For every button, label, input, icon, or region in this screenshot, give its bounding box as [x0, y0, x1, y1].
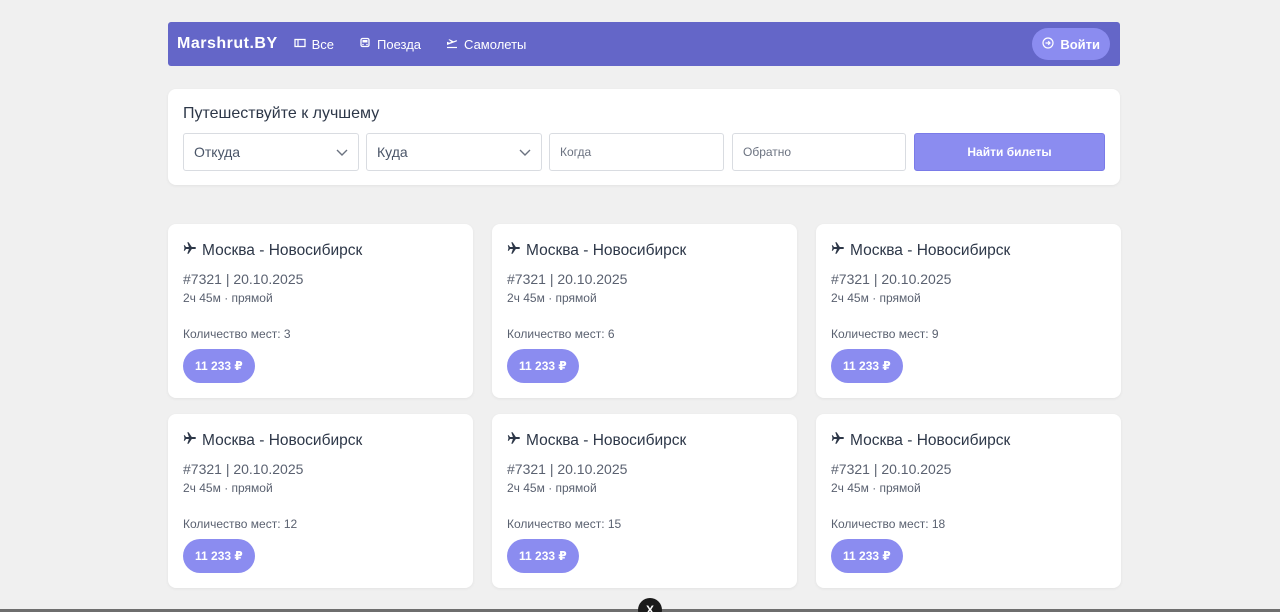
plane-icon: [831, 431, 850, 450]
trip-card[interactable]: Москва - Новосибирск #7321 | 20.10.2025 2ч…: [492, 414, 797, 588]
nav-link-trains[interactable]: Поезда: [359, 37, 421, 52]
when-date-input[interactable]: Когда: [549, 133, 724, 171]
nav-link-label: Все: [311, 36, 335, 52]
chevron-down-icon: [519, 149, 531, 156]
train-icon: [359, 37, 377, 52]
trip-route-label: Москва - Новосибирск: [202, 241, 363, 259]
trip-number-date: #7321 | 20.10.2025: [183, 461, 304, 477]
trip-route: Москва - Новосибирск: [507, 241, 686, 260]
price-button[interactable]: 11 233 ₽: [831, 539, 903, 573]
close-icon[interactable]: X: [638, 598, 662, 612]
login-label: Войти: [1060, 36, 1100, 52]
trip-route: Москва - Новосибирск: [831, 431, 1010, 450]
price-button[interactable]: 11 233 ₽: [183, 539, 255, 573]
chevron-down-icon: [336, 149, 348, 156]
plane-icon: [507, 241, 526, 260]
plane-icon: [183, 241, 202, 260]
top-navbar: Marshrut.BY Все Поезда Самолеты Войти: [168, 22, 1120, 66]
trip-route-label: Москва - Новосибирск: [850, 241, 1011, 259]
trip-number-date: #7321 | 20.10.2025: [507, 461, 628, 477]
price-button[interactable]: 11 233 ₽: [507, 349, 579, 383]
return-date-input[interactable]: Обратно: [732, 133, 906, 171]
nav-link-planes[interactable]: Самолеты: [446, 37, 526, 52]
trip-number-date: #7321 | 20.10.2025: [507, 271, 628, 287]
trip-number-date: #7321 | 20.10.2025: [831, 461, 952, 477]
price-button[interactable]: 11 233 ₽: [831, 349, 903, 383]
price-button[interactable]: 11 233 ₽: [507, 539, 579, 573]
trip-card[interactable]: Москва - Новосибирск #7321 | 20.10.2025 2ч…: [168, 414, 473, 588]
plane-departure-icon: [446, 37, 464, 52]
trip-route: Москва - Новосибирск: [831, 241, 1010, 260]
trip-duration: 2ч 45м · прямой: [183, 481, 273, 495]
trip-seats: Количество мест: 9: [831, 327, 939, 341]
trip-number-date: #7321 | 20.10.2025: [183, 271, 304, 287]
find-tickets-button[interactable]: Найти билеты: [914, 133, 1105, 171]
trip-route: Москва - Новосибирск: [183, 431, 362, 450]
trip-seats: Количество мест: 12: [183, 517, 298, 531]
trip-card[interactable]: Москва - Новосибирск #7321 | 20.10.2025 2ч…: [816, 224, 1121, 398]
brand-logo[interactable]: Marshrut.BY: [177, 35, 278, 53]
search-panel: Путешествуйте к лучшему Откуда Куда Когд…: [168, 89, 1120, 185]
trip-route-label: Москва - Новосибирск: [526, 241, 687, 259]
trip-number-date: #7321 | 20.10.2025: [831, 271, 952, 287]
nav-link-label: Самолеты: [464, 36, 527, 52]
trip-duration: 2ч 45м · прямой: [183, 291, 273, 305]
nav-link-label: Поезда: [377, 36, 422, 52]
from-select[interactable]: Откуда: [183, 133, 359, 171]
trip-route-label: Москва - Новосибирск: [526, 431, 687, 449]
trip-route-label: Москва - Новосибирск: [202, 431, 363, 449]
trip-seats: Количество мест: 18: [831, 517, 946, 531]
trip-seats: Количество мест: 3: [183, 327, 291, 341]
nav-link-all[interactable]: Все: [293, 36, 335, 52]
search-title: Путешествуйте к лучшему: [183, 105, 380, 122]
trip-duration: 2ч 45м · прямой: [507, 481, 597, 495]
ticket-icon: [293, 37, 312, 52]
trip-route-label: Москва - Новосибирск: [850, 431, 1011, 449]
return-placeholder: Обратно: [743, 145, 792, 159]
from-select-label: Откуда: [194, 144, 241, 160]
plane-icon: [507, 431, 526, 450]
to-select[interactable]: Куда: [366, 133, 542, 171]
trip-duration: 2ч 45м · прямой: [507, 291, 597, 305]
trip-route: Москва - Новосибирск: [507, 431, 686, 450]
plane-icon: [183, 431, 202, 450]
when-placeholder: Когда: [560, 145, 592, 159]
to-select-label: Куда: [377, 144, 408, 160]
trip-duration: 2ч 45м · прямой: [831, 481, 921, 495]
price-button[interactable]: 11 233 ₽: [183, 349, 255, 383]
plane-icon: [831, 241, 850, 260]
trip-route: Москва - Новосибирск: [183, 241, 362, 260]
login-button[interactable]: Войти: [1032, 28, 1110, 60]
trip-duration: 2ч 45м · прямой: [831, 291, 921, 305]
trip-card[interactable]: Москва - Новосибирск #7321 | 20.10.2025 2ч…: [168, 224, 473, 398]
trip-card[interactable]: Москва - Новосибирск #7321 | 20.10.2025 2ч…: [492, 224, 797, 398]
login-icon: [1042, 36, 1060, 52]
trip-seats: Количество мест: 15: [507, 517, 622, 531]
trip-card[interactable]: Москва - Новосибирск #7321 | 20.10.2025 2ч…: [816, 414, 1121, 588]
trip-seats: Количество мест: 6: [507, 327, 615, 341]
